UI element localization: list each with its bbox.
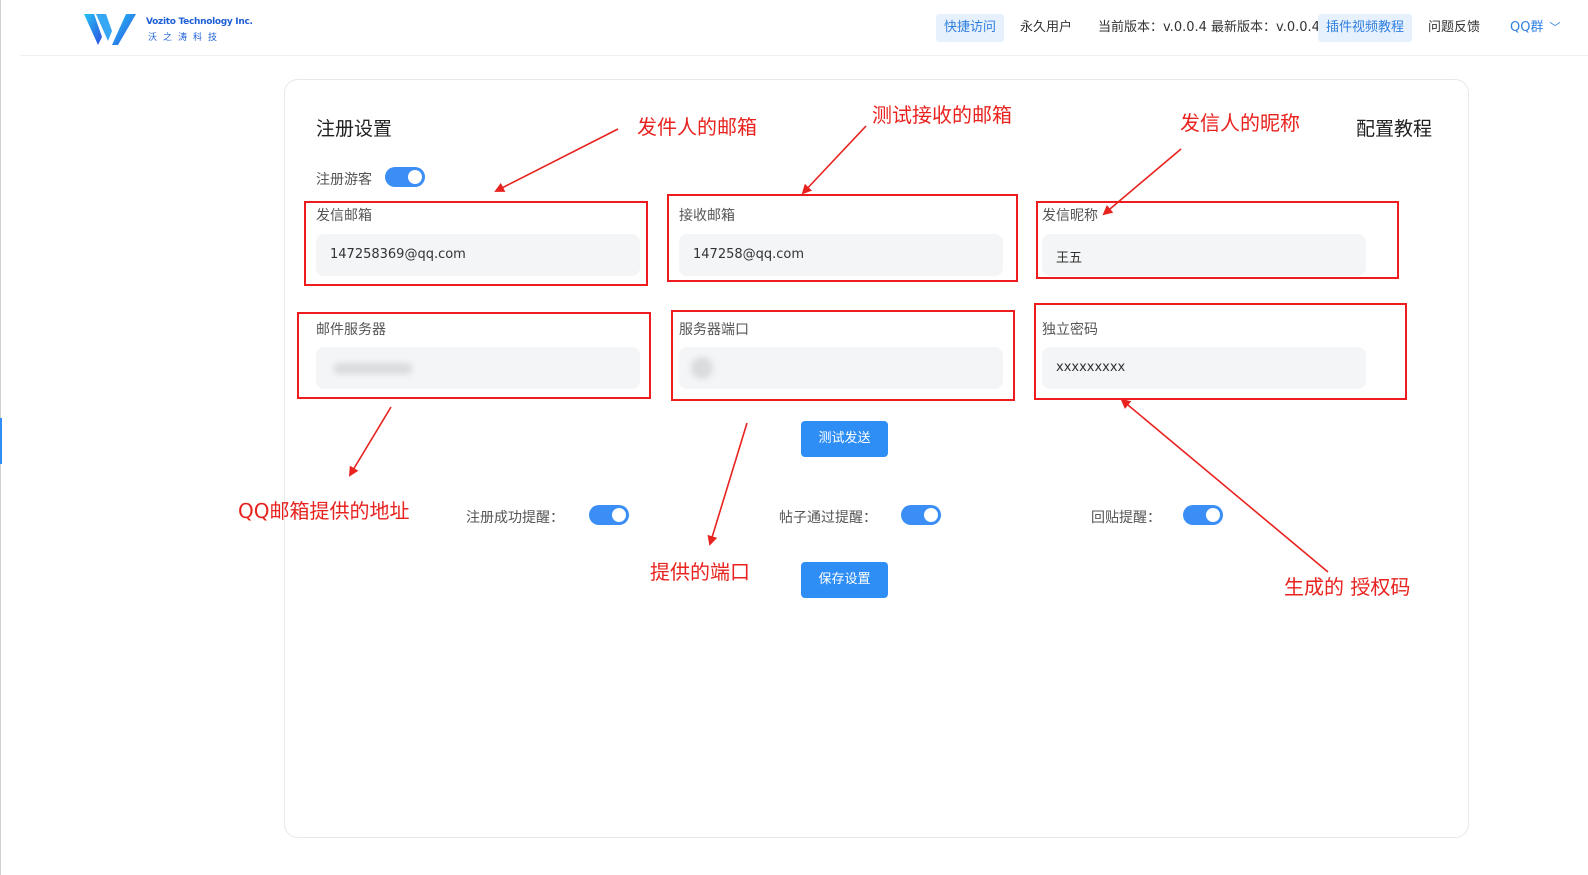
- annotation-sender-email: 发件人的邮箱: [637, 115, 757, 139]
- annotation-arrows: [348, 125, 1329, 573]
- annotation-auth-code: 生成的 授权码: [1284, 575, 1411, 599]
- annotation-port: 提供的端口: [650, 560, 750, 584]
- annotation-test-receive: 测试接收的邮箱: [872, 103, 1012, 127]
- annotation-nickname: 发信人的昵称: [1180, 111, 1300, 135]
- annotation-qq-address: QQ邮箱提供的地址: [238, 499, 410, 523]
